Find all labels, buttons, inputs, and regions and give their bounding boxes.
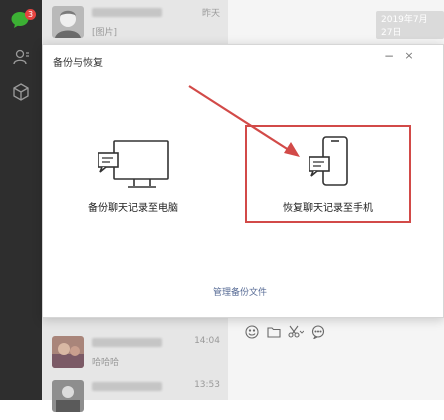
conversation-item[interactable]: 13:53 (42, 374, 228, 420)
backup-restore-dialog: 备份与恢复 − × 备份聊天记录至电脑 恢复聊天记录至手机 管理备份文件 (42, 44, 444, 318)
chat-toolbar (244, 324, 326, 340)
unread-badge: 3 (25, 9, 36, 20)
folder-icon[interactable] (266, 324, 282, 340)
cube-icon[interactable] (12, 83, 30, 101)
nav-sidebar: 3 (0, 0, 42, 400)
avatar (52, 336, 84, 368)
conversation-time: 14:04 (194, 336, 220, 346)
conversation-time: 昨天 (201, 9, 220, 19)
date-chip: 2019年7月27日 (376, 11, 444, 39)
computer-icon (98, 137, 170, 193)
avatar (52, 380, 84, 412)
contact-name-redacted (92, 382, 162, 391)
bubble-icon[interactable] (310, 324, 326, 340)
conversation-item[interactable]: 昨天 [图片] (42, 0, 228, 46)
restore-to-phone-option[interactable]: 恢复聊天记录至手机 (245, 125, 411, 223)
conversation-item[interactable]: 14:04 哈哈哈 (42, 330, 228, 376)
backup-to-pc-label: 备份聊天记录至电脑 (88, 203, 178, 214)
manage-backup-files-link[interactable]: 管理备份文件 (213, 285, 267, 298)
avatar (52, 6, 84, 38)
conversation-preview: [图片] (92, 28, 118, 38)
contact-name-redacted (92, 8, 162, 17)
contact-name-redacted (92, 338, 162, 347)
scissors-icon[interactable] (288, 324, 304, 340)
phone-icon (309, 135, 349, 189)
restore-to-phone-label: 恢复聊天记录至手机 (283, 203, 373, 214)
contacts-icon[interactable] (12, 48, 30, 66)
conversation-preview: 哈哈哈 (92, 358, 120, 368)
conversation-time: 13:53 (194, 380, 220, 390)
emoji-icon[interactable] (244, 324, 260, 340)
